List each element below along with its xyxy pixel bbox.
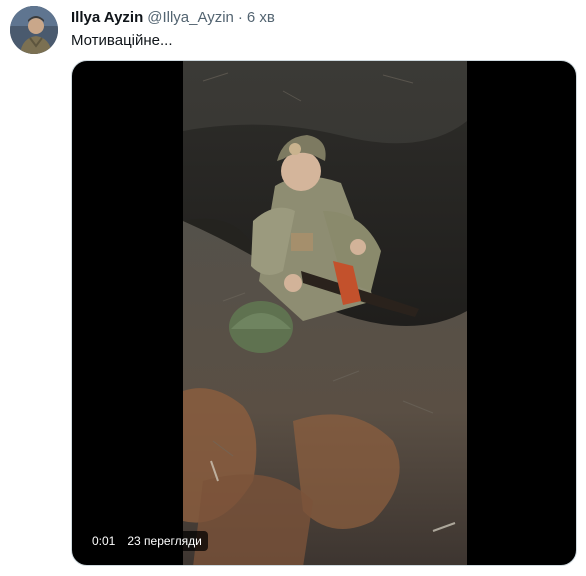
author-handle[interactable]: @Illya_Ayzin (147, 8, 234, 28)
video-elapsed-time: 0:01 (92, 534, 116, 548)
video-info-badge: 0:01 23 перегляди (86, 531, 208, 551)
video-frame[interactable] (183, 61, 467, 566)
separator-dot: · (237, 9, 243, 26)
tweet-header: Illya Ayzin @Illya_Ayzin · 6 хв (71, 8, 275, 28)
avatar-image (10, 6, 58, 54)
video-view-count: 23 перегляди (127, 534, 202, 548)
author-name[interactable]: Illya Ayzin (71, 8, 143, 28)
post-time[interactable]: 6 хв (247, 8, 275, 28)
avatar[interactable] (10, 6, 58, 54)
video-player[interactable]: 0:01 23 перегляди (71, 60, 577, 566)
tweet-text: Мотиваційне... (71, 32, 173, 49)
tweet-card[interactable]: Illya Ayzin @Illya_Ayzin · 6 хв Мотиваці… (0, 0, 586, 576)
